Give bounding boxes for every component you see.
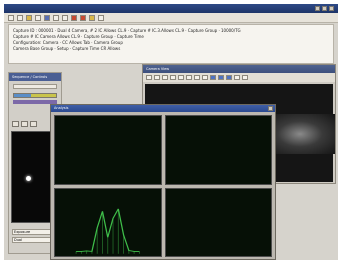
window-controls	[315, 6, 334, 11]
scope-pane-bottom-right	[164, 187, 272, 257]
scope-pane-bottom-left	[54, 187, 162, 257]
tool-icon[interactable]	[226, 75, 232, 80]
print-icon[interactable]	[35, 14, 41, 21]
main-toolbar	[4, 13, 338, 23]
tool-icon[interactable]	[242, 75, 248, 80]
record-icon[interactable]	[80, 14, 86, 21]
new-icon[interactable]	[8, 14, 14, 21]
scope-grid	[54, 115, 272, 257]
tool-icon[interactable]	[186, 75, 192, 80]
help-icon[interactable]	[98, 14, 104, 21]
tool-icon[interactable]	[194, 75, 200, 80]
open-icon[interactable]	[17, 14, 23, 21]
camera-window-title: Camera View	[143, 65, 335, 73]
camera-icon[interactable]	[44, 14, 50, 21]
scope-window: Analysis	[50, 104, 276, 260]
scope-trace-plot	[75, 208, 140, 254]
step-icon[interactable]	[30, 121, 37, 127]
scope-pane-top-left	[54, 115, 162, 185]
close-icon[interactable]	[329, 6, 334, 11]
tool-icon[interactable]	[234, 75, 240, 80]
tool-icon[interactable]	[218, 75, 224, 80]
app-titlebar	[4, 4, 338, 13]
minimize-icon[interactable]	[315, 6, 320, 11]
tool-icon[interactable]	[154, 75, 160, 80]
stop-icon[interactable]	[71, 14, 77, 21]
left-panel-title: Sequence / Controls	[9, 73, 61, 81]
scope-pane-top-right	[164, 115, 272, 185]
info-line: Camera Base Group · Setup · Capture Time…	[13, 46, 121, 51]
tool-icon[interactable]	[170, 75, 176, 80]
scope-window-title-text: Analysis	[54, 106, 69, 110]
target-dot	[26, 176, 31, 181]
tool-icon[interactable]	[178, 75, 184, 80]
parameter-field[interactable]	[13, 84, 57, 89]
scope-window-title: Analysis	[51, 105, 275, 112]
tool-icon[interactable]	[162, 75, 168, 80]
settings-icon[interactable]	[89, 14, 95, 21]
tool-icon[interactable]	[210, 75, 216, 80]
copy-icon[interactable]	[62, 14, 68, 21]
close-icon[interactable]	[268, 106, 273, 111]
level-bar	[13, 93, 57, 98]
maximize-icon[interactable]	[322, 6, 327, 11]
play-icon[interactable]	[12, 121, 19, 127]
tool-icon[interactable]	[202, 75, 208, 80]
save-icon[interactable]	[26, 14, 32, 21]
camera-window-toolbar	[143, 73, 335, 82]
info-panel: Capture ID : 000001 · Dual 4 Camera, # 2…	[8, 24, 334, 64]
pause-icon[interactable]	[21, 121, 28, 127]
monitor-screen: Capture ID : 000001 · Dual 4 Camera, # 2…	[4, 4, 338, 260]
tool-icon[interactable]	[146, 75, 152, 80]
left-panel-controls	[12, 121, 37, 127]
cut-icon[interactable]	[53, 14, 59, 21]
